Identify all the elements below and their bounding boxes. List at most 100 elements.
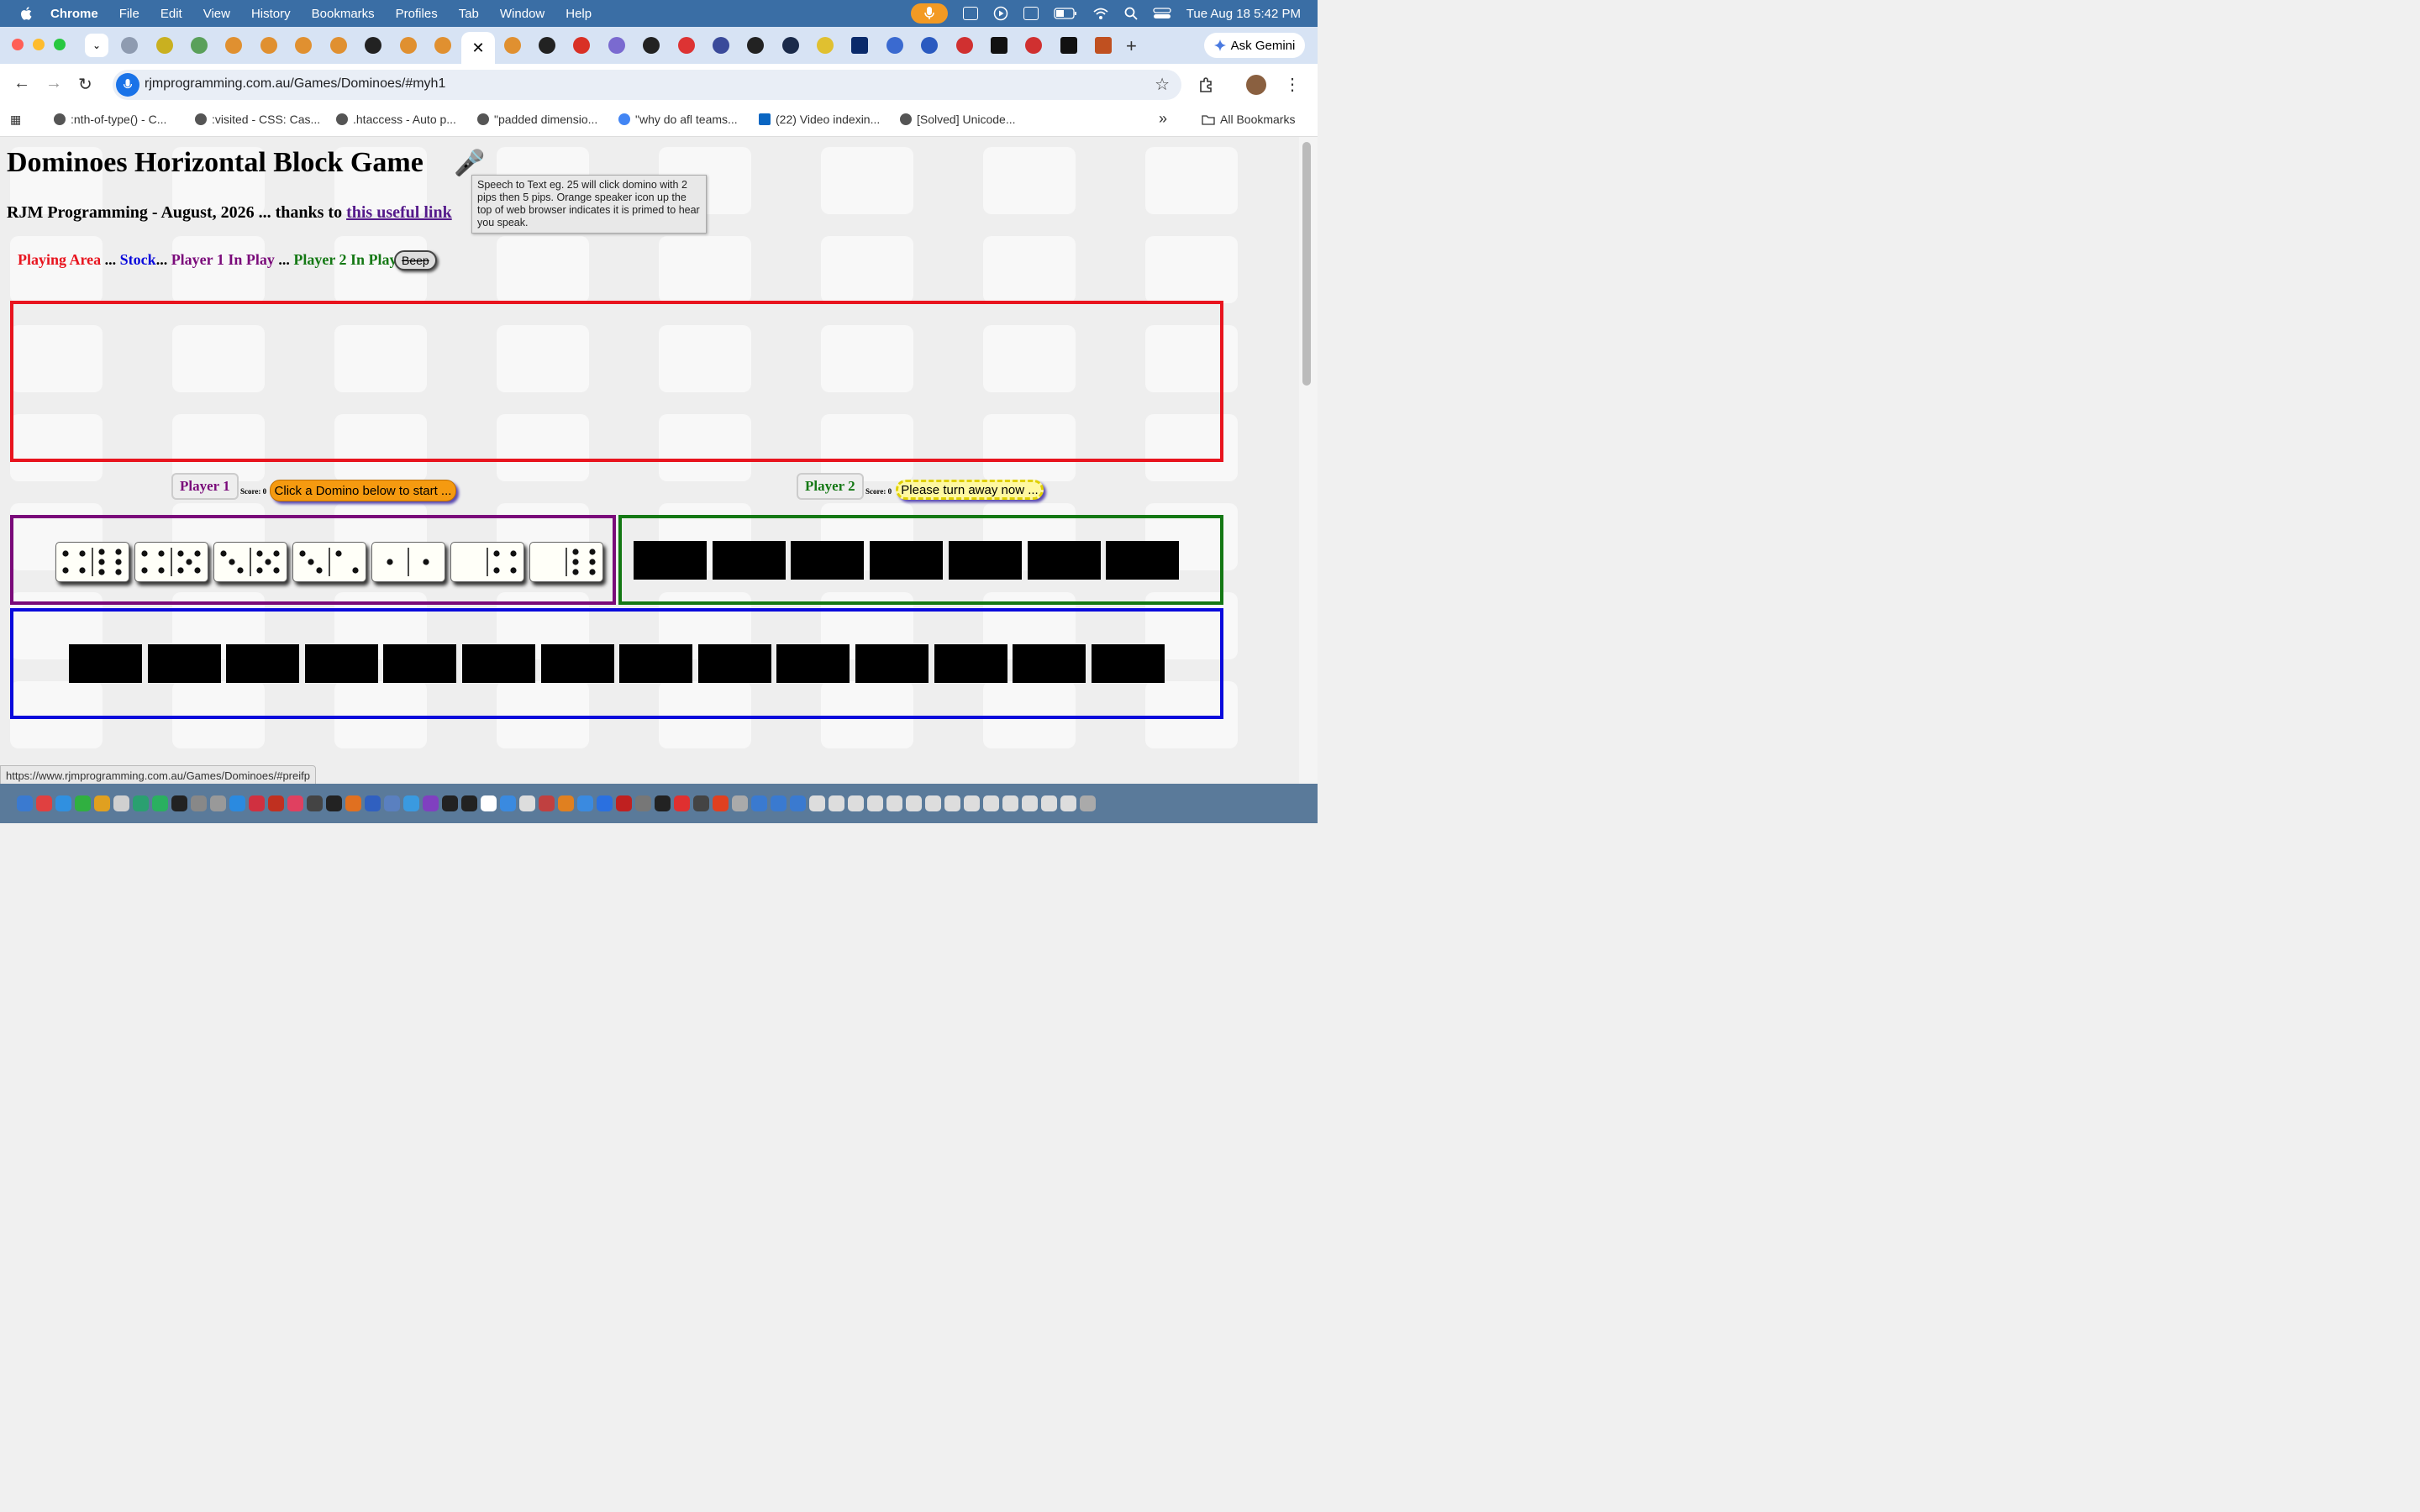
gmail-tab-icon[interactable] (573, 37, 590, 54)
dock-app-icon[interactable] (771, 795, 786, 811)
tab-favicon-icon[interactable] (643, 37, 660, 54)
dock-app-icon[interactable] (268, 795, 284, 811)
dock-app-icon[interactable] (229, 795, 245, 811)
player1-domino[interactable] (213, 542, 287, 582)
dock-app-icon[interactable] (461, 795, 477, 811)
wifi-icon[interactable] (1092, 7, 1109, 20)
tab-favicon-icon[interactable] (400, 37, 417, 54)
player1-prompt[interactable]: Click a Domino below to start ... (270, 480, 456, 501)
microphone-active-icon[interactable] (910, 3, 948, 24)
window-close-button[interactable] (12, 39, 24, 50)
profile-avatar[interactable] (1246, 75, 1266, 95)
dock-app-icon[interactable] (944, 795, 960, 811)
dock-app-icon[interactable] (964, 795, 980, 811)
bookmark-item[interactable]: (22) Video indexin... (759, 113, 880, 126)
battery-icon[interactable] (1054, 8, 1077, 19)
stock-hidden-domino[interactable] (304, 644, 378, 683)
legend-stock[interactable]: Stock (120, 251, 156, 268)
bookmark-star-icon[interactable]: ☆ (1155, 74, 1170, 95)
dock-app-icon[interactable] (17, 795, 33, 811)
back-arrow-icon[interactable]: ← (13, 74, 30, 93)
legend-player2-in-play[interactable]: Player 2 In Play (293, 251, 397, 268)
apple-menu-icon[interactable] (18, 6, 34, 21)
close-tab-icon[interactable]: ✕ (471, 39, 484, 57)
tab-favicon-icon[interactable] (678, 37, 695, 54)
page-scrollbar[interactable] (1299, 137, 1318, 784)
play-status-icon[interactable] (993, 6, 1008, 21)
ask-gemini-button[interactable]: Ask Gemini (1204, 33, 1305, 58)
stock-hidden-domino[interactable] (69, 644, 142, 683)
legend-playing-area[interactable]: Playing Area (18, 251, 101, 268)
player2-hidden-domino[interactable] (948, 541, 1022, 580)
dock-app-icon[interactable] (867, 795, 883, 811)
url-text[interactable]: rjmprogramming.com.au/Games/Dominoes/#my… (145, 76, 445, 92)
dock-app-icon[interactable] (500, 795, 516, 811)
dock-app-icon[interactable] (674, 795, 690, 811)
player1-button[interactable]: Player 1 (171, 473, 239, 500)
legend-player1-in-play[interactable]: Player 1 In Play (171, 251, 275, 268)
stock-hidden-domino[interactable] (855, 644, 929, 683)
tab-favicon-icon[interactable] (608, 37, 625, 54)
player1-domino[interactable] (450, 542, 524, 582)
tab-favicon-icon[interactable] (782, 37, 799, 54)
dock-app-icon[interactable] (1060, 795, 1076, 811)
menu-view[interactable]: View (203, 7, 230, 21)
stock-hidden-domino[interactable] (619, 644, 693, 683)
extensions-puzzle-icon[interactable] (1198, 76, 1215, 93)
menubar-clock[interactable]: Tue Aug 18 5:42 PM (1186, 7, 1301, 21)
menu-help[interactable]: Help (566, 7, 592, 21)
tab-favicon-icon[interactable] (1025, 37, 1042, 54)
player2-button[interactable]: Player 2 (797, 473, 864, 500)
tab-favicon-icon[interactable] (225, 37, 242, 54)
apps-grid-icon[interactable]: ▦ (10, 113, 21, 127)
tab-search-chevron-icon[interactable]: ⌄ (85, 34, 108, 57)
dock-app-icon[interactable] (790, 795, 806, 811)
menu-file[interactable]: File (119, 7, 139, 21)
dock-app-icon[interactable] (597, 795, 613, 811)
all-bookmarks-button[interactable]: All Bookmarks (1202, 113, 1295, 126)
dock-app-icon[interactable] (249, 795, 265, 811)
menu-app-chrome[interactable]: Chrome (50, 7, 98, 21)
stock-hidden-domino[interactable] (383, 644, 457, 683)
dock-app-icon[interactable] (1080, 795, 1096, 811)
playing-area[interactable] (10, 301, 1223, 462)
stock-hidden-domino[interactable] (147, 644, 221, 683)
player2-hidden-domino[interactable] (712, 541, 786, 580)
tab-favicon-icon[interactable] (539, 37, 555, 54)
display-status-icon[interactable] (1023, 7, 1039, 20)
bookmark-item[interactable]: "padded dimensio... (477, 113, 597, 126)
bookmark-item[interactable]: "why do afl teams... (618, 113, 738, 126)
chrome-menu-icon[interactable]: ⋮ (1284, 74, 1301, 95)
dock-app-icon[interactable] (481, 795, 497, 811)
useful-link[interactable]: this useful link (346, 203, 452, 222)
player2-hidden-domino[interactable] (634, 541, 707, 580)
dock-app-icon[interactable] (1002, 795, 1018, 811)
player1-domino[interactable] (529, 542, 603, 582)
player1-domino[interactable] (134, 542, 208, 582)
dock-app-icon[interactable] (655, 795, 671, 811)
player2-hidden-domino[interactable] (870, 541, 944, 580)
dock-app-icon[interactable] (152, 795, 168, 811)
settings-tab-icon[interactable] (921, 37, 938, 54)
stock-hidden-domino[interactable] (697, 644, 771, 683)
address-bar[interactable]: rjmprogramming.com.au/Games/Dominoes/#my… (113, 70, 1181, 100)
beep-button[interactable]: Beep (394, 250, 437, 270)
reload-icon[interactable]: ↻ (78, 74, 92, 95)
window-minimize-button[interactable] (33, 39, 45, 50)
new-tab-button[interactable]: + (1126, 35, 1137, 57)
dock-app-icon[interactable] (191, 795, 207, 811)
dock-app-icon[interactable] (442, 795, 458, 811)
control-center-icon[interactable] (1153, 7, 1171, 20)
tab-favicon-icon[interactable] (1060, 37, 1077, 54)
menu-edit[interactable]: Edit (160, 7, 182, 21)
dock-app-icon[interactable] (558, 795, 574, 811)
player1-domino[interactable] (55, 542, 129, 582)
player2-prompt[interactable]: Please turn away now ... (896, 480, 1044, 500)
bookmark-item[interactable]: :nth-of-type() - C... (54, 113, 166, 126)
spotlight-search-icon[interactable] (1124, 7, 1138, 20)
menu-profiles[interactable]: Profiles (396, 7, 438, 21)
dock-app-icon[interactable] (1041, 795, 1057, 811)
tab-favicon-icon[interactable] (330, 37, 347, 54)
dock-app-icon[interactable] (113, 795, 129, 811)
stock-hidden-domino[interactable] (462, 644, 535, 683)
